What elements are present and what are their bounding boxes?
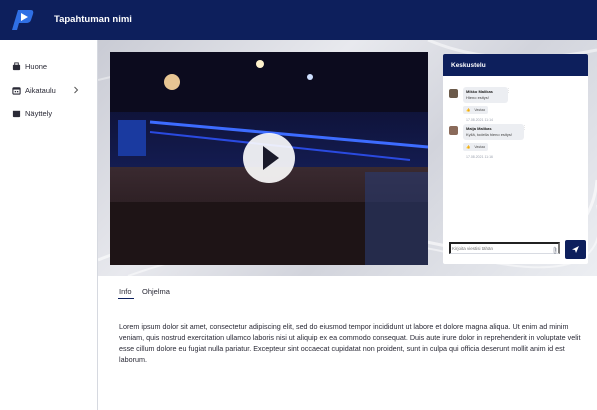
reply-button[interactable]: 👍 Vastaa bbox=[463, 106, 488, 114]
tab-ohjelma[interactable]: Ohjelma bbox=[142, 287, 170, 296]
sidebar-item-aikataulu[interactable]: Aikataulu bbox=[12, 83, 56, 97]
chat-message: Mikko Malikas Hieno esitys! ⋮ 👍 Vastaa 1… bbox=[449, 87, 579, 127]
reply-label: Vastaa bbox=[474, 108, 485, 112]
chat-message-input[interactable] bbox=[449, 242, 560, 254]
more-options-icon[interactable]: ⋮ bbox=[506, 88, 511, 94]
message-time: 17.08.2021 11:16 bbox=[466, 155, 493, 159]
reply-label: Vastaa bbox=[474, 145, 485, 149]
chevron-right-icon[interactable] bbox=[73, 86, 79, 94]
tab-info[interactable]: Info bbox=[119, 287, 132, 296]
top-bar: Tapahtuman nimi bbox=[0, 0, 597, 40]
message-time: 17.08.2021 11:14 bbox=[466, 118, 493, 122]
room-icon bbox=[12, 61, 21, 70]
send-icon bbox=[572, 246, 579, 253]
message-author: Maija Malikas bbox=[466, 126, 492, 131]
message-text: Hieno esitys! bbox=[466, 95, 489, 100]
exhibition-icon bbox=[12, 110, 21, 117]
play-button[interactable] bbox=[243, 133, 295, 183]
chat-panel: Keskustelu Mikko Malikas Hieno esitys! ⋮… bbox=[443, 54, 588, 264]
sidebar-item-label: Huone bbox=[25, 61, 48, 71]
sidebar-item-huone[interactable]: Huone bbox=[12, 59, 47, 73]
chat-message: Maija Malikas Kyllä, todella hieno esity… bbox=[449, 124, 579, 164]
message-bubble: Maija Malikas Kyllä, todella hieno esity… bbox=[463, 124, 524, 140]
message-text: Kyllä, todella hieno esitys! bbox=[466, 132, 513, 137]
attachment-icon[interactable] bbox=[552, 246, 558, 254]
chat-title: Keskustelu bbox=[443, 54, 588, 76]
sidebar-item-label: Aikataulu bbox=[25, 85, 56, 95]
calendar-icon bbox=[12, 86, 21, 95]
message-bubble: Mikko Malikas Hieno esitys! bbox=[463, 87, 508, 103]
reply-button[interactable]: 👍 Vastaa bbox=[463, 143, 488, 151]
active-tab-indicator bbox=[118, 298, 134, 299]
like-icon: 👍 bbox=[466, 108, 471, 112]
info-description: Lorem ipsum dolor sit amet, consectetur … bbox=[119, 322, 581, 364]
event-title: Tapahtuman nimi bbox=[54, 14, 132, 25]
message-author: Mikko Malikas bbox=[466, 89, 493, 94]
logo-icon[interactable] bbox=[9, 8, 35, 32]
sidebar-item-nayttely[interactable]: Näyttely bbox=[12, 106, 52, 120]
avatar bbox=[449, 126, 458, 135]
play-icon bbox=[263, 146, 279, 170]
sidebar-item-label: Näyttely bbox=[25, 108, 53, 118]
more-options-icon[interactable]: ⋮ bbox=[522, 125, 527, 131]
avatar bbox=[449, 89, 458, 98]
like-icon: 👍 bbox=[466, 145, 471, 149]
send-button[interactable] bbox=[565, 240, 586, 259]
